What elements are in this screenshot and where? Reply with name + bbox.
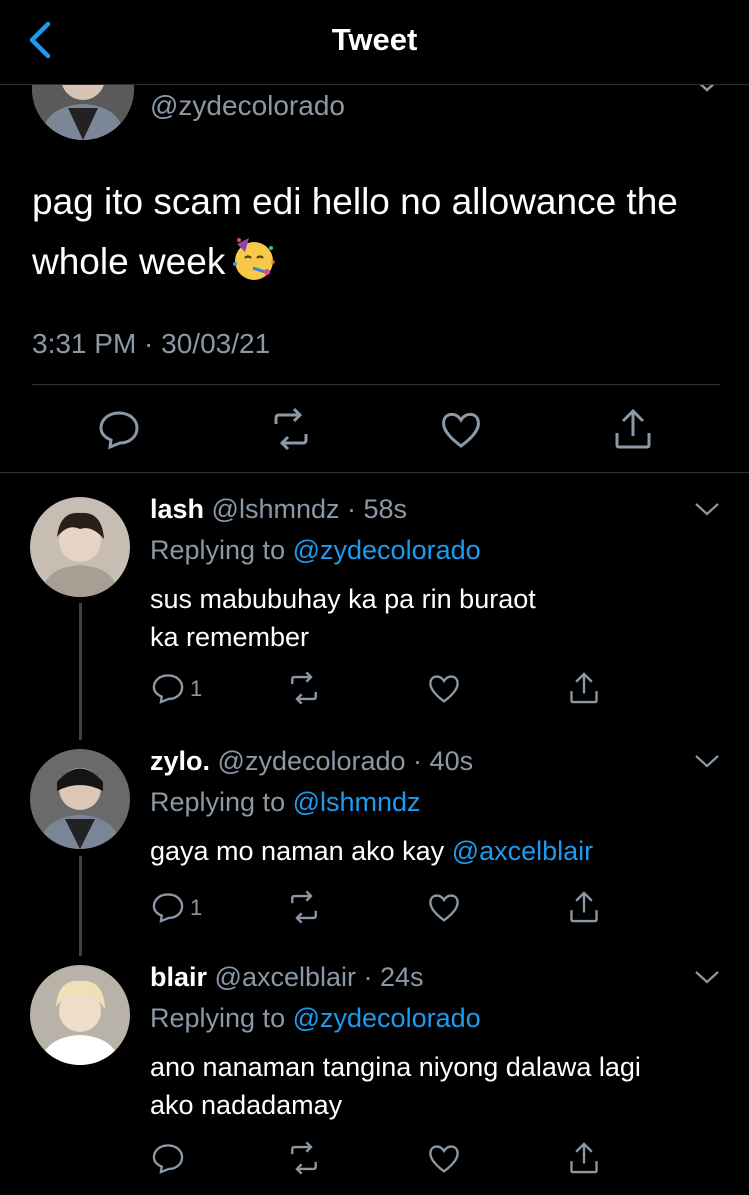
partying-face-emoji-icon (233, 238, 276, 280)
reply-icon[interactable] (150, 889, 186, 925)
like-icon[interactable] (426, 1140, 462, 1176)
like-icon[interactable] (426, 670, 462, 706)
reply-author-handle[interactable]: @axcelblair (215, 962, 356, 992)
reply-header: lash @lshmndz · 58s (150, 494, 407, 525)
thread-line (79, 856, 82, 956)
share-icon[interactable] (566, 1140, 602, 1176)
mention-link[interactable]: @axcelblair (452, 836, 593, 866)
share-icon[interactable] (566, 670, 602, 706)
reply-header: blair @axcelblair · 24s (150, 962, 424, 993)
reply-time: 58s (363, 494, 408, 524)
reply-count: 1 (190, 895, 203, 920)
reply-author-name[interactable]: lash (150, 494, 204, 524)
replying-to: Replying to @zydecolorado (150, 1003, 481, 1034)
separator: · (339, 494, 364, 524)
reply-author-handle[interactable]: @zydecolorado (218, 746, 406, 776)
replying-to-link[interactable]: @zydecolorado (293, 1003, 481, 1033)
replying-to-link[interactable]: @lshmndz (293, 787, 421, 817)
reply-header: zylo. @zydecolorado · 40s (150, 746, 473, 777)
tweet-timestamp: 3:31 PM · 30/03/21 (32, 328, 271, 359)
replying-to-prefix: Replying to (150, 535, 286, 565)
reply-author-name[interactable]: blair (150, 962, 207, 992)
replying-to: Replying to @zydecolorado (150, 535, 481, 566)
chevron-down-icon[interactable] (694, 754, 720, 770)
reply-text-line: sus mabubuhay ka pa rin buraot (150, 584, 536, 614)
reply-avatar-lash[interactable] (30, 497, 130, 597)
separator: · (405, 746, 430, 776)
header-divider (0, 84, 749, 85)
separator: · (356, 962, 381, 992)
reply-time: 24s (380, 962, 424, 992)
reply-avatar-blair[interactable] (30, 965, 130, 1065)
reply-text: sus mabubuhay ka pa rin buraot ka rememb… (150, 580, 730, 656)
share-icon[interactable] (566, 889, 602, 925)
replying-to-prefix: Replying to (150, 787, 286, 817)
reply-text: gaya mo naman ako kay @axcelblair (150, 832, 730, 870)
reply-author-handle[interactable]: @lshmndz (212, 494, 340, 524)
reply-icon[interactable] (150, 670, 186, 706)
retweet-icon[interactable] (286, 1140, 322, 1176)
reply-text: ano nanaman tangina niyong dalawa lagi a… (150, 1048, 730, 1124)
reply-text-line: ako nadadamay (150, 1090, 343, 1120)
replying-to-link[interactable]: @zydecolorado (293, 535, 481, 565)
reply-time: 40s (429, 746, 474, 776)
top-navigation-bar: Tweet (0, 0, 749, 84)
divider (32, 384, 720, 385)
reply-author-name[interactable]: zylo. (150, 746, 210, 776)
reply-text-line: ano nanaman tangina niyong dalawa lagi (150, 1052, 641, 1082)
tweet-text-content: pag ito scam edi hello no allowance the … (32, 181, 678, 282)
reply-icon[interactable] (150, 1140, 186, 1176)
reply-text-content: gaya mo naman ako kay (150, 836, 445, 866)
thread-line (79, 603, 82, 740)
reply-avatar-zylo[interactable] (30, 749, 130, 849)
reply-icon[interactable] (96, 406, 142, 452)
tweet-text: pag ito scam edi hello no allowance the … (32, 172, 712, 292)
reply-text-line: ka remember (150, 622, 310, 652)
author-handle[interactable]: @zydecolorado (150, 90, 345, 122)
like-icon[interactable] (438, 406, 484, 452)
chevron-down-icon[interactable] (694, 502, 720, 518)
reply-count: 1 (190, 676, 203, 701)
retweet-icon[interactable] (286, 889, 322, 925)
replying-to: Replying to @lshmndz (150, 787, 421, 818)
divider (0, 472, 749, 473)
chevron-down-icon[interactable] (694, 970, 720, 986)
like-icon[interactable] (426, 889, 462, 925)
replying-to-prefix: Replying to (150, 1003, 286, 1033)
retweet-icon[interactable] (286, 670, 322, 706)
page-title: Tweet (331, 22, 418, 57)
share-icon[interactable] (610, 406, 656, 452)
retweet-icon[interactable] (268, 406, 314, 452)
